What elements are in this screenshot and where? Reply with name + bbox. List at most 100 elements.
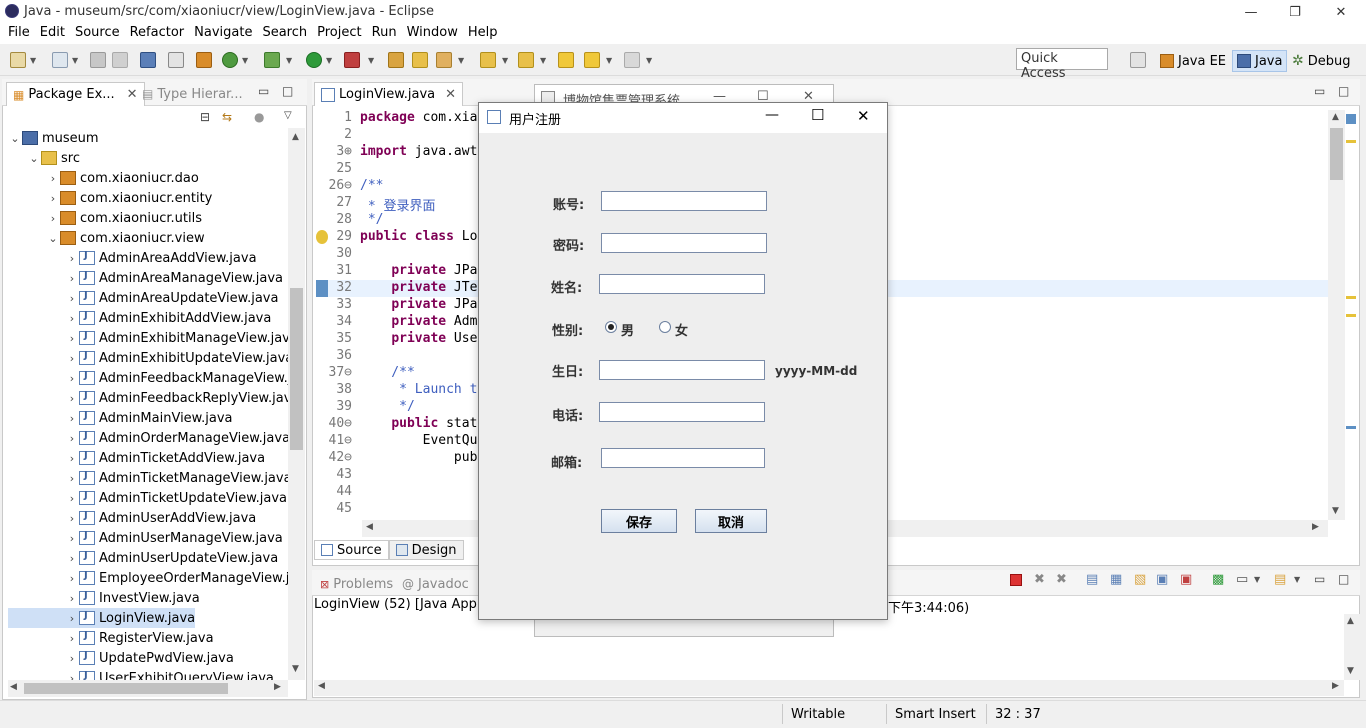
- email-input[interactable]: [601, 448, 765, 468]
- collapse-chevron-icon[interactable]: ›: [46, 192, 60, 205]
- last-edit-icon[interactable]: [558, 52, 574, 68]
- tree-item[interactable]: › AdminTicketUpdateView.java: [8, 488, 287, 508]
- gender-male-radio[interactable]: [605, 321, 617, 333]
- show-stdout-icon[interactable]: ▣: [1156, 572, 1168, 587]
- close-button[interactable]: ✕: [1318, 0, 1364, 24]
- editor-maximize-icon[interactable]: □: [1338, 84, 1349, 98]
- console-horizontal-scrollbar[interactable]: ◀ ▶: [314, 680, 1344, 696]
- code-line[interactable]: 38 * Launch t: [316, 382, 477, 399]
- tree-item[interactable]: › AdminUserUpdateView.java: [8, 548, 278, 568]
- skip-breakpoints-icon[interactable]: [168, 52, 184, 68]
- tree-item[interactable]: › AdminOrderManageView.java: [8, 428, 288, 448]
- console-scroll-left-icon[interactable]: ◀: [318, 681, 325, 691]
- perspective-debug[interactable]: ✲ Debug: [1288, 50, 1355, 72]
- next-annotation-dropdown-icon[interactable]: ▼: [502, 56, 508, 65]
- restore-button[interactable]: ❐: [1272, 0, 1318, 24]
- menu-search[interactable]: Search: [258, 24, 313, 44]
- tree-item[interactable]: › AdminAreaAddView.java: [8, 248, 257, 268]
- scroll-right-icon[interactable]: ▶: [274, 682, 281, 692]
- code-line[interactable]: 39 */: [316, 399, 414, 416]
- editor-minimize-icon[interactable]: ▭: [1314, 84, 1325, 98]
- package-dropdown-icon[interactable]: ▼: [72, 56, 78, 65]
- tree-item[interactable]: › AdminUserManageView.java: [8, 528, 283, 548]
- console-maximize-icon[interactable]: □: [1338, 572, 1349, 586]
- code-line[interactable]: 26⊖ /**: [316, 178, 384, 195]
- tree-item[interactable]: › AdminTicketAddView.java: [8, 448, 265, 468]
- console-scroll-down-icon[interactable]: ▼: [1347, 666, 1354, 676]
- run-icon[interactable]: [306, 52, 322, 68]
- code-line[interactable]: 29 public class Lo: [316, 229, 477, 246]
- code-line[interactable]: 31 private JPa: [316, 263, 477, 280]
- code-line[interactable]: 41⊖ EventQu: [316, 433, 478, 450]
- tree-item[interactable]: › com.xiaoniucr.entity: [8, 188, 213, 208]
- collapse-chevron-icon[interactable]: ›: [65, 552, 79, 565]
- link-editor-icon[interactable]: ⇆: [222, 110, 232, 124]
- tree-vertical-scrollbar[interactable]: ▲ ▼: [288, 128, 305, 680]
- back-icon[interactable]: [584, 52, 600, 68]
- collapse-chevron-icon[interactable]: ›: [65, 572, 79, 585]
- gender-female-label[interactable]: 女: [675, 320, 688, 339]
- save-icon[interactable]: [90, 52, 106, 68]
- remove-all-icon[interactable]: ✖: [1056, 572, 1067, 587]
- collapse-chevron-icon[interactable]: ›: [65, 512, 79, 525]
- new-package-icon[interactable]: [52, 52, 68, 68]
- tree-item[interactable]: › AdminFeedbackReplyView.java: [8, 388, 288, 408]
- tree-item[interactable]: › AdminUserAddView.java: [8, 508, 256, 528]
- code-line[interactable]: 32 private JTe: [316, 280, 477, 297]
- editor-scroll-left-icon[interactable]: ◀: [366, 522, 373, 532]
- expand-chevron-icon[interactable]: ⌄: [46, 232, 60, 245]
- tree-item[interactable]: › AdminTicketManageView.java: [8, 468, 288, 488]
- back-dropdown-icon[interactable]: ▼: [606, 56, 612, 65]
- forward-dropdown-icon[interactable]: ▼: [646, 56, 652, 65]
- tree-item[interactable]: › RegisterView.java: [8, 628, 214, 648]
- open-console-icon[interactable]: ▤: [1274, 572, 1286, 587]
- code-line[interactable]: 28 */: [316, 212, 383, 229]
- display-console-dropdown-icon[interactable]: ▼: [1254, 575, 1260, 584]
- code-line[interactable]: 1 package com.xia: [316, 110, 477, 127]
- code-line[interactable]: 36: [316, 348, 360, 365]
- open-console-dropdown-icon[interactable]: ▼: [1294, 575, 1300, 584]
- password-input[interactable]: [601, 233, 767, 253]
- code-line[interactable]: 43: [316, 467, 360, 484]
- pen-icon[interactable]: [436, 52, 452, 68]
- tree-item[interactable]: › UserExhibitQueryView.java: [8, 668, 274, 680]
- code-line[interactable]: 33 private JPa: [316, 297, 477, 314]
- expand-chevron-icon[interactable]: ⌄: [27, 152, 41, 165]
- prev-annotation-icon[interactable]: [518, 52, 534, 68]
- dialog-close-icon[interactable]: ✕: [857, 107, 870, 125]
- external-tools-dropdown-icon[interactable]: ▼: [368, 56, 374, 65]
- perspective-java-ee[interactable]: Java EE: [1156, 50, 1230, 72]
- build-icon[interactable]: [196, 52, 212, 68]
- view-menu-icon[interactable]: ▽: [284, 110, 292, 121]
- code-line[interactable]: 30: [316, 246, 360, 263]
- console-icon[interactable]: [140, 52, 156, 68]
- perspective-java[interactable]: Java: [1232, 50, 1288, 72]
- editor-scroll-down-icon[interactable]: ▼: [1332, 506, 1339, 516]
- code-line[interactable]: 27 * 登录界面: [316, 195, 435, 214]
- save-button[interactable]: 保存: [601, 509, 677, 533]
- maximize-view-icon[interactable]: □: [282, 84, 293, 98]
- display-console-icon[interactable]: ▭: [1236, 572, 1248, 587]
- collapse-all-icon[interactable]: ⊟: [200, 110, 210, 124]
- tab-problems[interactable]: ⊠ Problems: [314, 572, 399, 596]
- save-all-icon[interactable]: [112, 52, 128, 68]
- console-vertical-scrollbar[interactable]: ▲ ▼: [1344, 614, 1360, 680]
- scroll-up-icon[interactable]: ▲: [292, 132, 299, 142]
- editor-vertical-scrollbar[interactable]: ▲ ▼: [1328, 110, 1345, 520]
- scroll-lock-icon[interactable]: ▦: [1110, 572, 1122, 587]
- editor-scroll-right-icon[interactable]: ▶: [1312, 522, 1319, 532]
- tree-item[interactable]: › com.xiaoniucr.utils: [8, 208, 202, 228]
- collapse-chevron-icon[interactable]: ›: [46, 172, 60, 185]
- collapse-chevron-icon[interactable]: ›: [65, 432, 79, 445]
- scroll-down-icon[interactable]: ▼: [292, 664, 299, 674]
- open-type-icon[interactable]: [388, 52, 404, 68]
- tree-item[interactable]: › UpdatePwdView.java: [8, 648, 234, 668]
- code-line[interactable]: 3⊕ import java.awt: [316, 144, 477, 161]
- tree-hscroll-thumb[interactable]: [24, 683, 228, 694]
- tree-item[interactable]: ⌄ src: [8, 148, 80, 168]
- tree-item[interactable]: ⌄ com.xiaoniucr.view: [8, 228, 204, 248]
- birthday-input[interactable]: [599, 360, 765, 380]
- pin-console-icon[interactable]: ▩: [1212, 572, 1224, 587]
- phone-input[interactable]: [599, 402, 765, 422]
- word-wrap-icon[interactable]: ▧: [1134, 572, 1146, 587]
